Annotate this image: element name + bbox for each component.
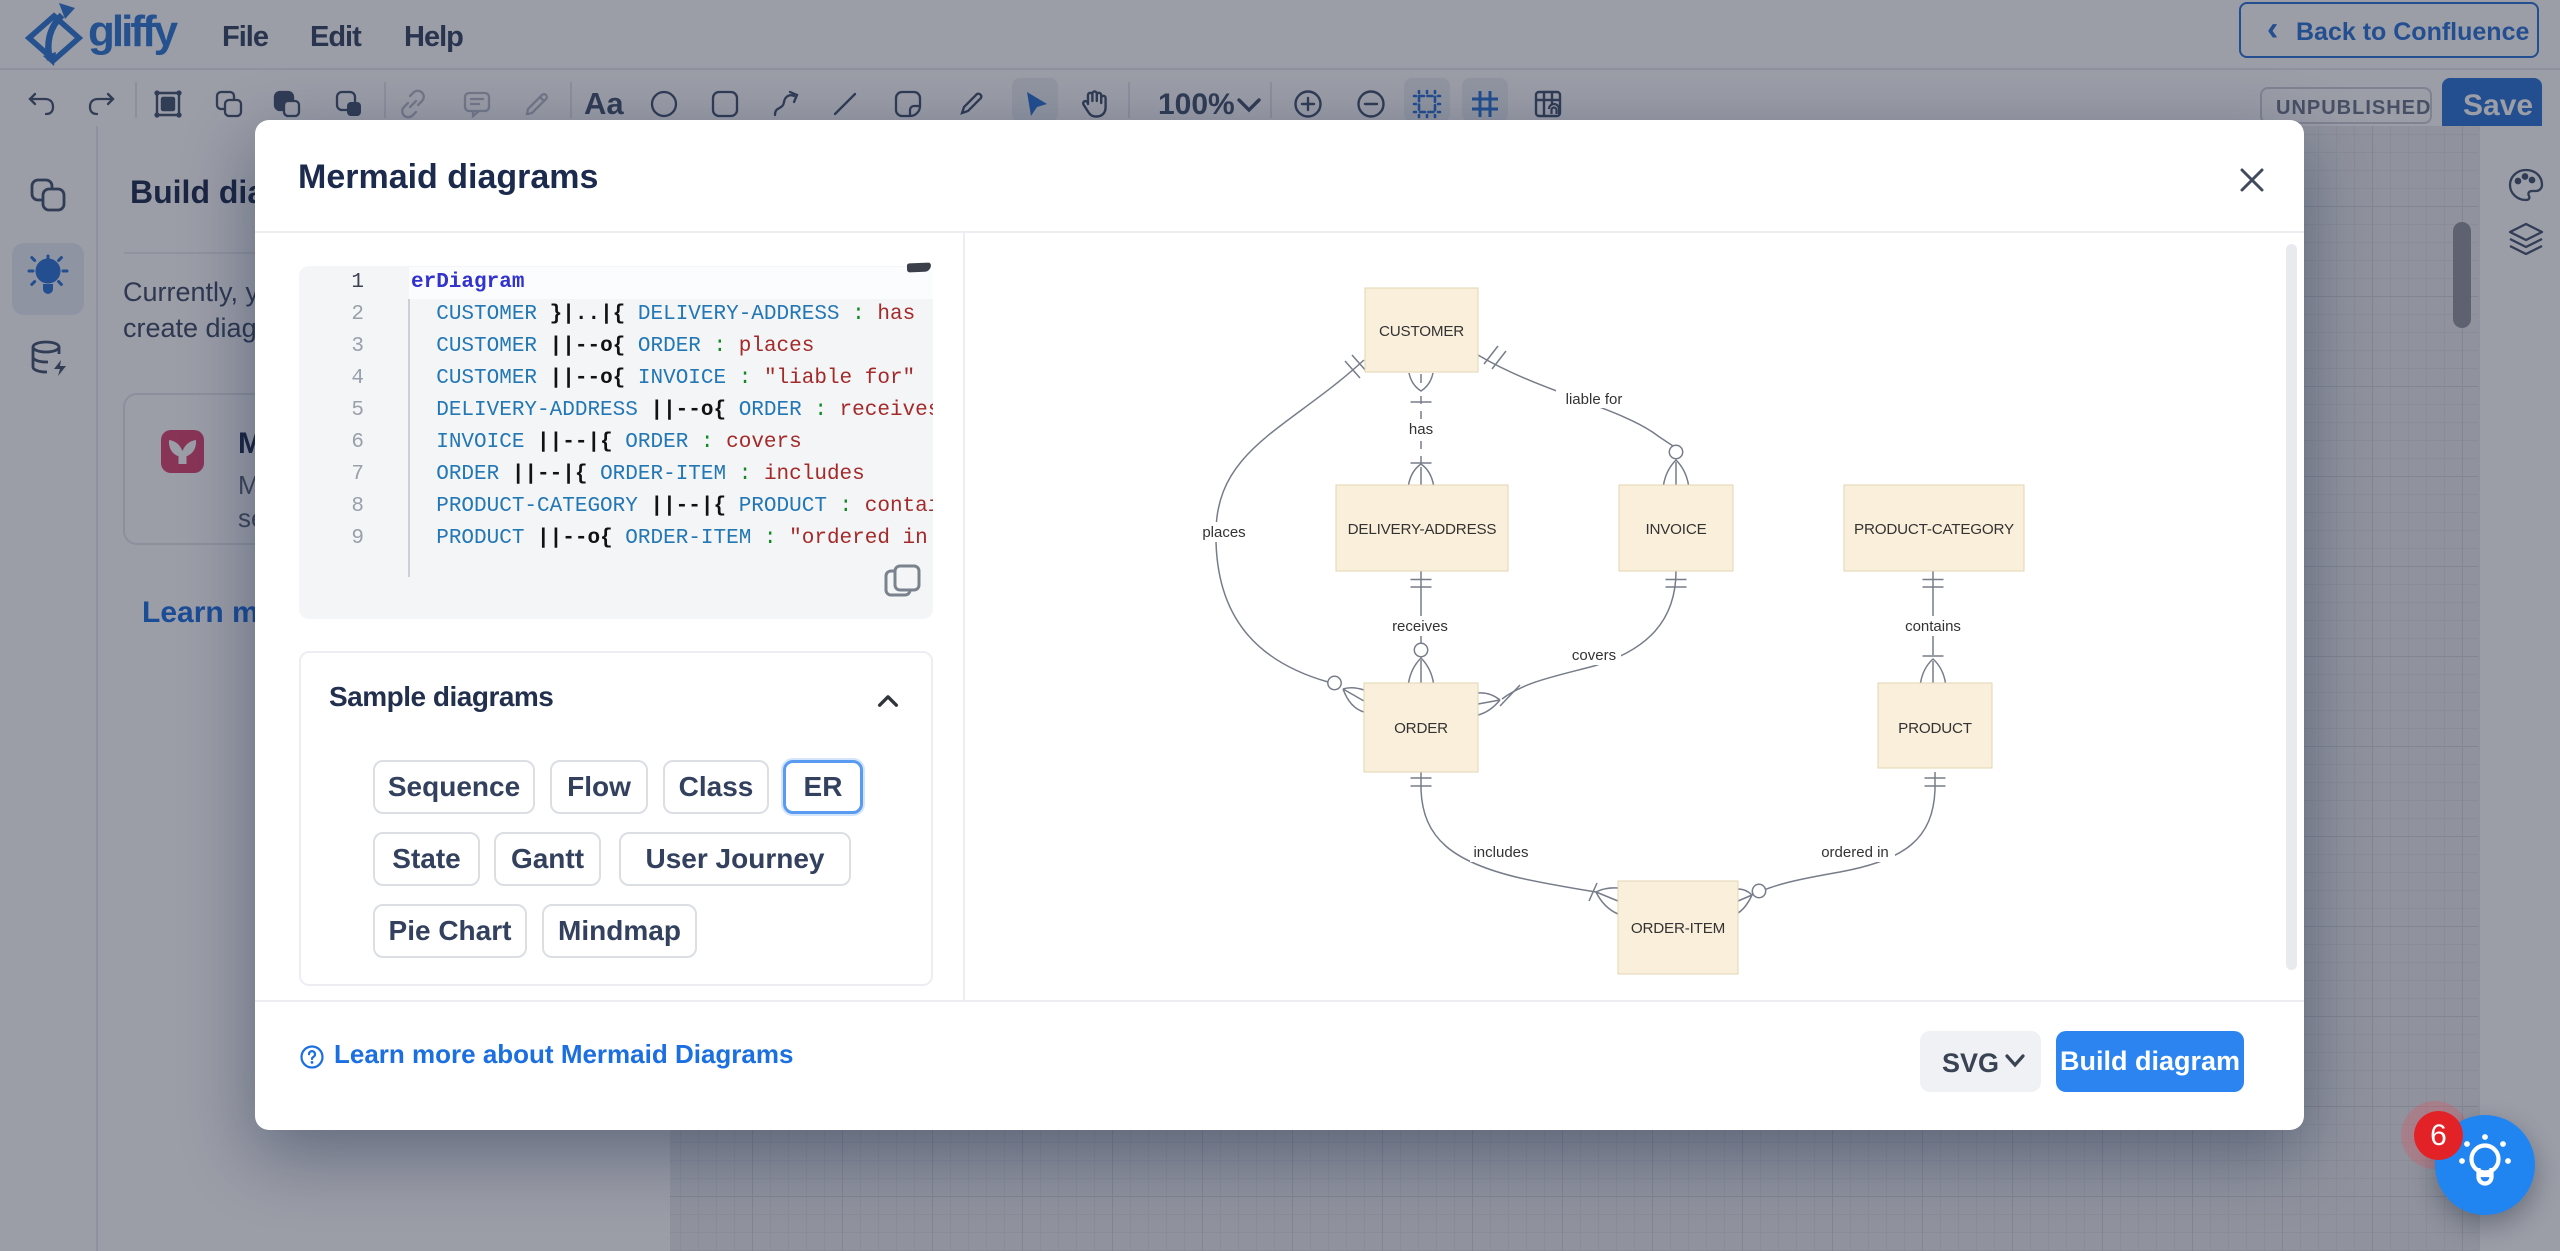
svg-text:ordered in: ordered in (1821, 844, 1889, 861)
svg-text:contains: contains (1905, 618, 1961, 635)
svg-text:places: places (1202, 524, 1245, 541)
svg-text:includes: includes (1473, 844, 1528, 861)
svg-text:has: has (1409, 421, 1433, 438)
svg-text:ORDER: ORDER (1394, 720, 1448, 737)
svg-text:ORDER-ITEM: ORDER-ITEM (1631, 920, 1725, 937)
svg-text:PRODUCT: PRODUCT (1898, 720, 1972, 737)
svg-text:covers: covers (1572, 647, 1616, 664)
svg-text:PRODUCT-CATEGORY: PRODUCT-CATEGORY (1854, 521, 2014, 538)
svg-text:receives: receives (1392, 618, 1448, 635)
svg-text:DELIVERY-ADDRESS: DELIVERY-ADDRESS (1348, 521, 1497, 538)
svg-text:liable for: liable for (1566, 391, 1623, 408)
svg-text:INVOICE: INVOICE (1645, 521, 1706, 538)
svg-text:CUSTOMER: CUSTOMER (1379, 323, 1464, 340)
